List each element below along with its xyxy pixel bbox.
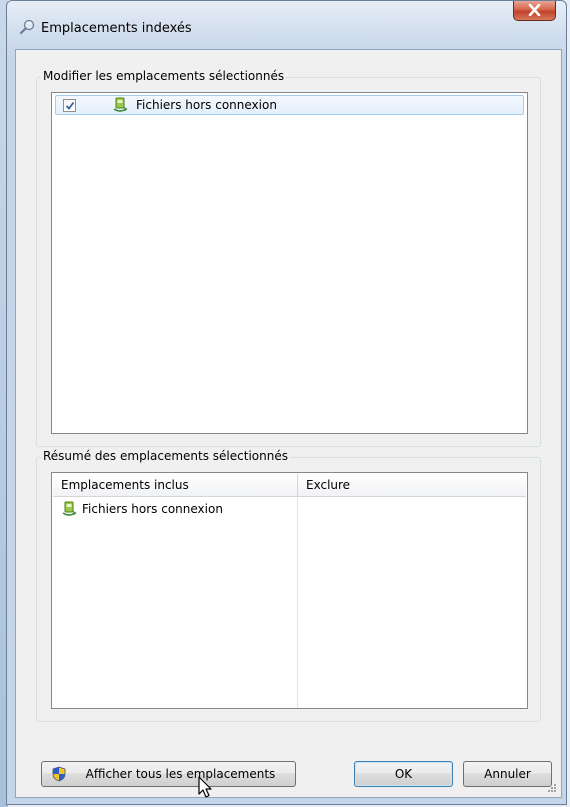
- window-title: Emplacements indexés: [41, 21, 192, 36]
- cancel-label: Annuler: [484, 767, 531, 781]
- modify-locations-group: Modifier les emplacements sélectionnés F…: [36, 69, 541, 447]
- offline-files-icon: [112, 97, 128, 113]
- ok-button[interactable]: OK: [354, 761, 453, 787]
- mouse-cursor-icon: [198, 776, 212, 798]
- checkmark-icon: [65, 101, 75, 110]
- included-location-label: Fichiers hors connexion: [82, 502, 223, 516]
- title-bar[interactable]: Emplacements indexés: [7, 1, 566, 49]
- summary-group-label: Résumé des emplacements sélectionnés: [41, 449, 290, 463]
- column-header-included[interactable]: Emplacements inclus: [53, 474, 297, 496]
- locations-tree[interactable]: Fichiers hors connexion: [51, 92, 528, 434]
- uac-shield-icon: [51, 766, 67, 790]
- show-all-label: Afficher tous les emplacements: [85, 767, 276, 781]
- table-header: Emplacements inclus Exclure: [53, 474, 526, 497]
- resize-grip-icon[interactable]: [547, 783, 557, 793]
- cancel-button[interactable]: Annuler: [463, 761, 552, 787]
- search-index-icon: [19, 19, 37, 35]
- list-item-label: Fichiers hors connexion: [136, 98, 277, 112]
- column-header-exclude[interactable]: Exclure: [298, 474, 528, 496]
- modify-group-label: Modifier les emplacements sélectionnés: [41, 69, 287, 83]
- column-divider: [297, 497, 298, 708]
- close-icon: [528, 4, 541, 16]
- offline-files-checkbox[interactable]: [63, 99, 76, 112]
- summary-table[interactable]: Emplacements inclus Exclure Fichiers hor…: [51, 472, 528, 709]
- dialog-window: Emplacements indexés Modifier les emplac…: [6, 0, 567, 805]
- dialog-client-area: Modifier les emplacements sélectionnés F…: [15, 49, 562, 798]
- close-button[interactable]: [513, 1, 556, 21]
- offline-files-icon: [61, 501, 77, 517]
- ok-label: OK: [394, 767, 413, 781]
- summary-locations-group: Résumé des emplacements sélectionnés Emp…: [36, 449, 541, 722]
- list-item[interactable]: Fichiers hors connexion: [55, 95, 524, 115]
- show-all-locations-button[interactable]: Afficher tous les emplacements: [41, 761, 296, 787]
